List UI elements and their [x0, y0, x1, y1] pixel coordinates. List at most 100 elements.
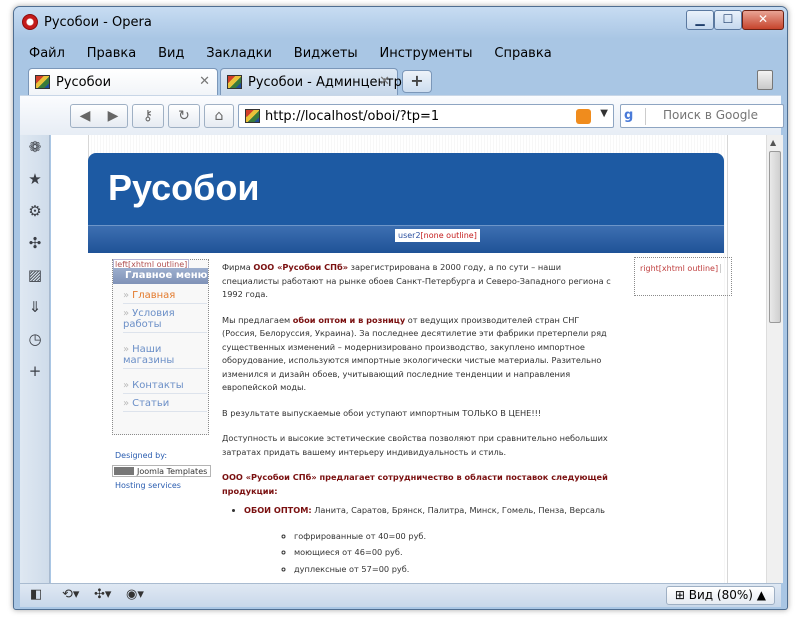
speed-dial-icon[interactable]: ❁	[27, 139, 43, 155]
vertical-scrollbar[interactable]: ▲	[766, 135, 783, 583]
text-span: Мы предлагаем	[222, 314, 293, 325]
menu-tools[interactable]: Инструменты	[371, 43, 482, 64]
downloads-icon[interactable]: ⇓	[27, 299, 43, 315]
hosting-link[interactable]: Hosting services	[115, 481, 181, 490]
product-list: ОБОИ ОПТОМ: Ланита, Саратов, Брянск, Пал…	[244, 504, 614, 576]
new-tab-button[interactable]: +	[402, 70, 432, 93]
user2-label: user2	[398, 231, 421, 240]
rss-feed-icon[interactable]	[576, 109, 591, 124]
scrollbar-thumb[interactable]	[769, 151, 781, 323]
google-icon[interactable]: g	[624, 108, 646, 125]
minimize-button[interactable]: ▁	[686, 10, 714, 30]
menu-item-label: Наши магазины	[123, 344, 175, 366]
menu-item-label: Статьи	[132, 398, 170, 409]
add-panel-icon[interactable]: +	[27, 363, 43, 379]
close-tab-icon[interactable]: ✕	[379, 74, 390, 89]
notes-icon[interactable]: ▨	[27, 267, 43, 283]
fan-icon[interactable]: ✣	[27, 235, 43, 251]
menu-item-contacts[interactable]: » Контакты	[123, 378, 207, 394]
window-title: Русобои - Opera	[44, 15, 152, 30]
sync-icon[interactable]: ⟲▾	[62, 587, 79, 602]
chevron-down-icon[interactable]: ▼	[600, 108, 608, 119]
paragraph-2: Мы предлагаем обои оптом и в розницу от …	[222, 314, 614, 395]
right-outline-note: [xhtml outline]	[658, 264, 719, 273]
url-text[interactable]: http://localhost/oboi/?tp=1	[265, 109, 439, 124]
home-button-group: ⌂	[204, 104, 234, 128]
designed-by-label: Designed by:	[115, 451, 168, 460]
chevron-right-icon: »	[123, 380, 130, 391]
turbo-icon[interactable]: ◉▾	[126, 587, 144, 602]
page-viewport: Русобои user2[none outline] left[xhtml o…	[51, 135, 766, 583]
close-tab-icon[interactable]: ✕	[199, 74, 210, 89]
chevron-right-icon: »	[123, 344, 130, 355]
status-bar: ◧ ⟲▾ ✣▾ ◉▾ ⊞ Вид (80%) ▲	[20, 583, 781, 607]
key-icon[interactable]: ⚷	[134, 105, 162, 127]
browser-window: Русобои - Opera ▁ ☐ ✕ Файл Правка Вид За…	[13, 6, 788, 610]
tab-bar: Русобои ✕ Русобои - Админцентр ✕ +	[20, 65, 781, 96]
highlight-text: ООО «Русобои СПб»	[253, 262, 349, 272]
site-favicon-icon	[227, 75, 242, 89]
menu-help[interactable]: Справка	[485, 43, 560, 64]
zoom-label: Вид (80%)	[688, 588, 753, 602]
maximize-button[interactable]: ☐	[714, 10, 742, 30]
menu-view[interactable]: Вид	[149, 43, 193, 64]
reload-button[interactable]: ↻	[170, 105, 198, 127]
bookmarks-icon[interactable]: ★	[27, 171, 43, 187]
tab-rusoboi[interactable]: Русобои ✕	[28, 68, 218, 96]
menu-item-label: Контакты	[132, 380, 184, 391]
forward-button[interactable]: ▶	[99, 105, 127, 127]
menu-bar: Файл Правка Вид Закладки Виджеты Инструм…	[20, 43, 781, 65]
unite-icon[interactable]: ✣▾	[94, 587, 111, 602]
home-button[interactable]: ⌂	[205, 105, 233, 127]
paragraph-5: ООО «Русобои СПб» предлагает сотрудничес…	[222, 472, 608, 496]
menu-bookmarks[interactable]: Закладки	[197, 43, 281, 64]
side-panel: ❁ ★ ⚙ ✣ ▨ ⇓ ◷ +	[20, 135, 50, 583]
search-input[interactable]	[663, 108, 781, 122]
highlight-text: обои оптом и в розницу	[292, 314, 406, 325]
zoom-button[interactable]: ⊞ Вид (80%) ▲	[665, 586, 775, 605]
text-span: Ланита, Саратов, Брянск, Палитра, Минск,…	[311, 505, 605, 515]
menu-widgets[interactable]: Виджеты	[285, 43, 367, 64]
menu-file[interactable]: Файл	[20, 43, 74, 64]
site-title: Русобои	[108, 167, 260, 208]
paragraph-4: Доступность и высокие эстетические свойс…	[222, 433, 608, 457]
close-window-button[interactable]: ✕	[742, 10, 784, 30]
search-box[interactable]: g	[620, 104, 784, 128]
opera-logo-icon	[22, 14, 38, 30]
chevron-right-icon: »	[123, 398, 130, 409]
user2-module-outline: user2[none outline]	[395, 229, 480, 242]
site-header: Русобои	[88, 153, 724, 225]
main-menu-heading: Главное меню	[113, 268, 208, 284]
joomla-templates-badge[interactable]: Joomla Templates	[112, 465, 212, 477]
tab-rusoboi-admin[interactable]: Русобои - Админцентр ✕	[220, 68, 402, 95]
paragraph-1: Фирма ООО «Русобои СПб» зарегистрирована…	[222, 261, 614, 302]
wand-button-group: ⚷	[132, 104, 164, 128]
title-bar: Русобои - Opera ▁ ☐ ✕	[14, 7, 787, 39]
user2-outline-note: [none outline]	[420, 231, 477, 240]
menu-item-label: Главная	[132, 290, 176, 301]
address-bar[interactable]: http://localhost/oboi/?tp=1 ▼	[238, 104, 614, 128]
menu-item-terms[interactable]: » Условия работы	[123, 306, 207, 333]
menu-item-articles[interactable]: » Статьи	[123, 396, 207, 412]
trash-icon[interactable]	[757, 70, 773, 90]
highlight-text: ОБОИ ОПТОМ:	[244, 505, 312, 515]
panel-toggle-icon[interactable]: ◧	[30, 587, 42, 602]
list-item: моющиеся от 46=00 руб.	[294, 546, 614, 560]
list-item: дуплексные от 57=00 руб.	[294, 563, 614, 577]
settings-gear-icon[interactable]: ⚙	[27, 203, 43, 219]
menu-item-stores[interactable]: » Наши магазины	[123, 342, 207, 369]
right-label: right	[640, 264, 659, 273]
history-clock-icon[interactable]: ◷	[27, 331, 43, 347]
menu-edit[interactable]: Правка	[78, 43, 145, 64]
back-button[interactable]: ◀	[71, 105, 99, 127]
chevron-right-icon: »	[123, 308, 130, 319]
menu-item-home[interactable]: » Главная	[123, 288, 207, 304]
chevron-right-icon: »	[123, 290, 130, 301]
joomla-label: Joomla Templates	[137, 467, 208, 476]
scroll-up-icon[interactable]: ▲	[770, 138, 776, 147]
list-item: ОБОИ ОПТОМ: Ланита, Саратов, Брянск, Пал…	[244, 504, 614, 576]
price-list: гофрированные от 40=00 руб. моющиеся от …	[294, 530, 614, 577]
top-nav-strip: user2[none outline]	[88, 225, 724, 253]
left-column: left[xhtml outline] Главное меню » Главна…	[112, 259, 209, 435]
text-span: от ведущих производителей стран СНГ (Рос…	[222, 314, 607, 393]
